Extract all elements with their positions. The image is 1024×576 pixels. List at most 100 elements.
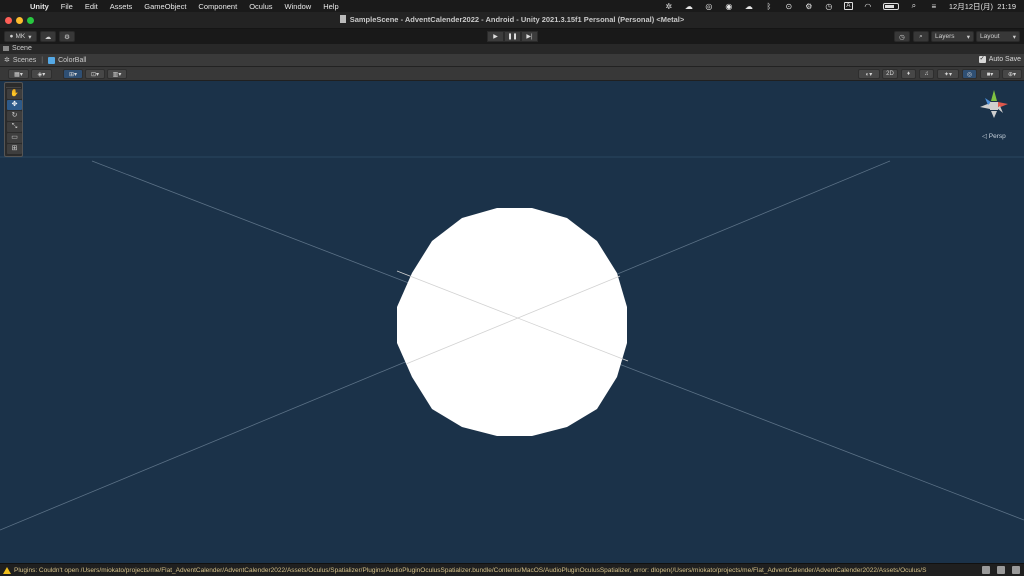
menu-edit[interactable]: Edit (85, 2, 98, 11)
audio-toggle[interactable]: ♫ (919, 69, 934, 79)
auto-save-label: Auto Save (988, 56, 1021, 63)
progress-icon[interactable] (982, 566, 990, 574)
window-title-text: SampleScene - AdventCalender2022 - Andro… (349, 15, 685, 24)
light-bulb-icon: ♦ (906, 71, 911, 77)
search-icon[interactable]: ⌕ (909, 1, 919, 11)
tab-scene[interactable]: Scene (3, 45, 32, 52)
bluetooth-icon[interactable]: ᛒ (764, 2, 774, 11)
timer-icon[interactable]: ◷ (824, 2, 834, 11)
scene-viewport[interactable]: ✋ ✥ ↻ ⤡ ▭ ⊞ ◁ Persp (0, 81, 1024, 563)
account-label: MK (15, 33, 26, 40)
input-source-icon[interactable]: A (843, 2, 853, 10)
hidden-objects-toggle[interactable]: ◎ (962, 69, 977, 79)
warning-icon (3, 566, 11, 574)
color-ball-sphere[interactable] (397, 208, 627, 436)
effects-icon: ✦▾ (943, 71, 953, 78)
play-button[interactable]: ▶ (487, 31, 504, 42)
cloud-icon: ☁ (44, 33, 52, 41)
grid-snap-icon: ⊞▾ (68, 71, 78, 78)
grid-icon: ▥▾ (112, 71, 122, 78)
lighting-toggle[interactable]: ♦ (901, 69, 916, 79)
hand-tool[interactable]: ✋ (7, 89, 22, 99)
scene-tab-icon (3, 46, 9, 51)
menubar-clock[interactable]: 12月12日(月) 21:19 (949, 1, 1016, 12)
sphere-shading-icon: ◐▾ (865, 71, 873, 78)
console-message[interactable]: Plugins: Couldn't open /Users/miokato/pr… (14, 567, 964, 574)
audio-icon: ♫ (924, 71, 929, 77)
breadcrumb-colorball-label: ColorBall (58, 56, 87, 64)
menu-file[interactable]: File (61, 2, 73, 11)
cloud-sync-icon[interactable]: ☁ (684, 2, 694, 11)
gizmo-neg-y-axis[interactable] (991, 111, 997, 118)
layers-dropdown[interactable]: Layers ▾ (931, 31, 974, 42)
chevron-down-icon: ▾ (1012, 33, 1016, 41)
camera-dropdown[interactable]: ■▾ (980, 69, 1000, 79)
layout-dropdown[interactable]: Layout ▾ (976, 31, 1020, 42)
increment-snap-dropdown[interactable]: ⊡▾ (85, 69, 105, 79)
rect-tool[interactable]: ▭ (7, 133, 22, 143)
rotate-tool[interactable]: ↻ (7, 111, 22, 121)
undo-history-button[interactable]: ◷ (894, 31, 910, 42)
breadcrumb-scenes[interactable]: ✲ Scenes (4, 56, 36, 65)
menu-gameobject[interactable]: GameObject (144, 2, 186, 11)
gizmo-y-axis[interactable] (991, 90, 997, 101)
collab-button[interactable]: ⚙ (59, 31, 75, 42)
unity-status-icon[interactable]: ✲ (664, 2, 674, 11)
2d-toggle[interactable]: 2D (882, 69, 898, 79)
app-status-icon[interactable]: ◎ (704, 2, 714, 11)
gizmo-center[interactable] (990, 102, 998, 110)
tool-palette: ✋ ✥ ↻ ⤡ ▭ ⊞ (4, 82, 23, 157)
mode-2d-label: 2D (886, 71, 894, 77)
debug-icon[interactable] (997, 566, 1005, 574)
cloud-icon[interactable]: ☁ (744, 2, 754, 11)
account-dropdown[interactable]: ● MK ▾ (4, 31, 37, 42)
gizmos-dropdown[interactable]: ⊕▾ (1002, 69, 1022, 79)
scene-canvas (0, 90, 1024, 531)
breadcrumb: ✲ Scenes | ColorBall ✓ Auto Save (0, 54, 1024, 67)
macos-menu-bar: Unity File Edit Assets GameObject Compon… (0, 0, 1024, 12)
orientation-gizmo[interactable] (980, 90, 1008, 118)
document-icon (339, 15, 346, 23)
tool-palette-grip[interactable] (6, 84, 21, 88)
window-title-bar: SampleScene - AdventCalender2022 - Andro… (0, 12, 1024, 29)
move-icon: ✥ (11, 101, 18, 108)
lighting-dropdown[interactable]: ◐▾ (858, 69, 880, 79)
play-circle-icon[interactable]: ⊙ (784, 2, 794, 11)
projection-label[interactable]: ◁ Persp (982, 132, 1006, 140)
pivot-toggle[interactable]: ⊞▾ (63, 69, 83, 79)
menu-app-unity[interactable]: Unity (30, 2, 49, 11)
search-button[interactable]: ⌕ (913, 31, 929, 42)
cache-icon[interactable] (1012, 566, 1020, 574)
record-icon[interactable]: ◉ (724, 2, 734, 11)
play-icon: ▶ (493, 34, 498, 40)
scale-tool[interactable]: ⤡ (7, 122, 22, 132)
menu-window[interactable]: Window (285, 2, 312, 11)
control-center-icon[interactable]: ≡ (929, 2, 939, 11)
render-mode-dropdown[interactable]: ◈▾ (31, 69, 52, 79)
pause-icon: ❚❚ (507, 34, 518, 40)
menu-help[interactable]: Help (323, 2, 338, 11)
transform-tool[interactable]: ⊞ (7, 144, 22, 154)
breadcrumb-colorball[interactable]: ColorBall (48, 56, 87, 64)
wifi-icon[interactable]: ◠ (863, 2, 873, 11)
settings-gear-icon[interactable]: ⚙ (804, 2, 814, 11)
gizmos-icon: ⊕▾ (1007, 71, 1017, 78)
effects-dropdown[interactable]: ✦▾ (937, 69, 959, 79)
checkbox-checked-icon: ✓ (978, 56, 986, 63)
menu-component[interactable]: Component (198, 2, 237, 11)
hand-icon: ✋ (10, 90, 19, 97)
unity-logo-icon: ✲ (4, 57, 10, 64)
prefab-cube-icon (48, 56, 56, 64)
draw-mode-dropdown[interactable]: ▦▾ (8, 69, 29, 79)
battery-icon[interactable] (882, 2, 899, 10)
pause-button[interactable]: ❚❚ (504, 31, 521, 42)
scale-icon: ⤡ (11, 123, 18, 130)
menu-assets[interactable]: Assets (110, 2, 133, 11)
search-icon: ⌕ (919, 32, 923, 40)
step-button[interactable]: ▶| (521, 31, 538, 42)
menu-oculus[interactable]: Oculus (249, 2, 272, 11)
cloud-button[interactable]: ☁ (40, 31, 56, 42)
grid-visibility-dropdown[interactable]: ▥▾ (107, 69, 127, 79)
auto-save-toggle[interactable]: ✓ Auto Save (978, 56, 1021, 63)
move-tool[interactable]: ✥ (7, 100, 22, 110)
